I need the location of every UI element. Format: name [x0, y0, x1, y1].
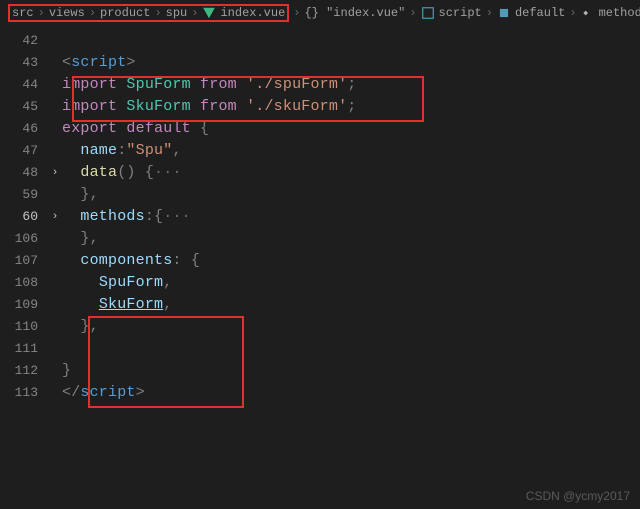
chevron-right-icon: › [154, 6, 161, 20]
line-number: 109 [0, 294, 48, 316]
line-number: 43 [0, 52, 48, 74]
line-number: 46 [0, 118, 48, 140]
line-number: 111 [0, 338, 48, 360]
breadcrumb-symbol[interactable]: {} "index.vue" [304, 6, 405, 20]
line-number: 107 [0, 250, 48, 272]
watermark: CSDN @ycmy2017 [526, 489, 630, 503]
line-number: 47 [0, 140, 48, 162]
chevron-right-icon: › [486, 6, 493, 20]
vue-file-icon [202, 6, 216, 20]
symbol-module-icon [421, 6, 435, 20]
breadcrumb-item[interactable]: spu [166, 6, 188, 20]
line-number: 44 [0, 74, 48, 96]
breadcrumb: src › views › product › spu › index.vue … [0, 0, 640, 26]
line-number: 42 [0, 30, 48, 52]
chevron-right-icon: › [191, 6, 198, 20]
line-number: 48 [0, 162, 48, 184]
breadcrumb-item[interactable]: product [100, 6, 150, 20]
code-editor[interactable]: 42 43<script> 44import SpuForm from './s… [0, 26, 640, 404]
line-number: 112 [0, 360, 48, 382]
breadcrumb-item[interactable]: views [49, 6, 85, 20]
line-number: 60 [0, 206, 48, 228]
chevron-right-icon: › [569, 6, 576, 20]
symbol-method-icon [581, 6, 595, 20]
chevron-right-icon: › [89, 6, 96, 20]
line-number: 108 [0, 272, 48, 294]
breadcrumb-symbol[interactable]: default [497, 6, 565, 20]
fold-icon[interactable]: › [48, 162, 62, 184]
chevron-right-icon: › [409, 6, 416, 20]
line-number: 113 [0, 382, 48, 404]
fold-icon[interactable]: › [48, 206, 62, 228]
breadcrumb-file[interactable]: index.vue [202, 6, 285, 20]
breadcrumb-item[interactable]: src [12, 6, 34, 20]
breadcrumb-symbol[interactable]: methods [581, 6, 640, 20]
line-number: 59 [0, 184, 48, 206]
line-number: 106 [0, 228, 48, 250]
breadcrumb-symbol[interactable]: script [421, 6, 482, 20]
line-number: 45 [0, 96, 48, 118]
chevron-right-icon: › [38, 6, 45, 20]
symbol-variable-icon [497, 6, 511, 20]
line-number: 110 [0, 316, 48, 338]
chevron-right-icon: › [293, 6, 300, 20]
